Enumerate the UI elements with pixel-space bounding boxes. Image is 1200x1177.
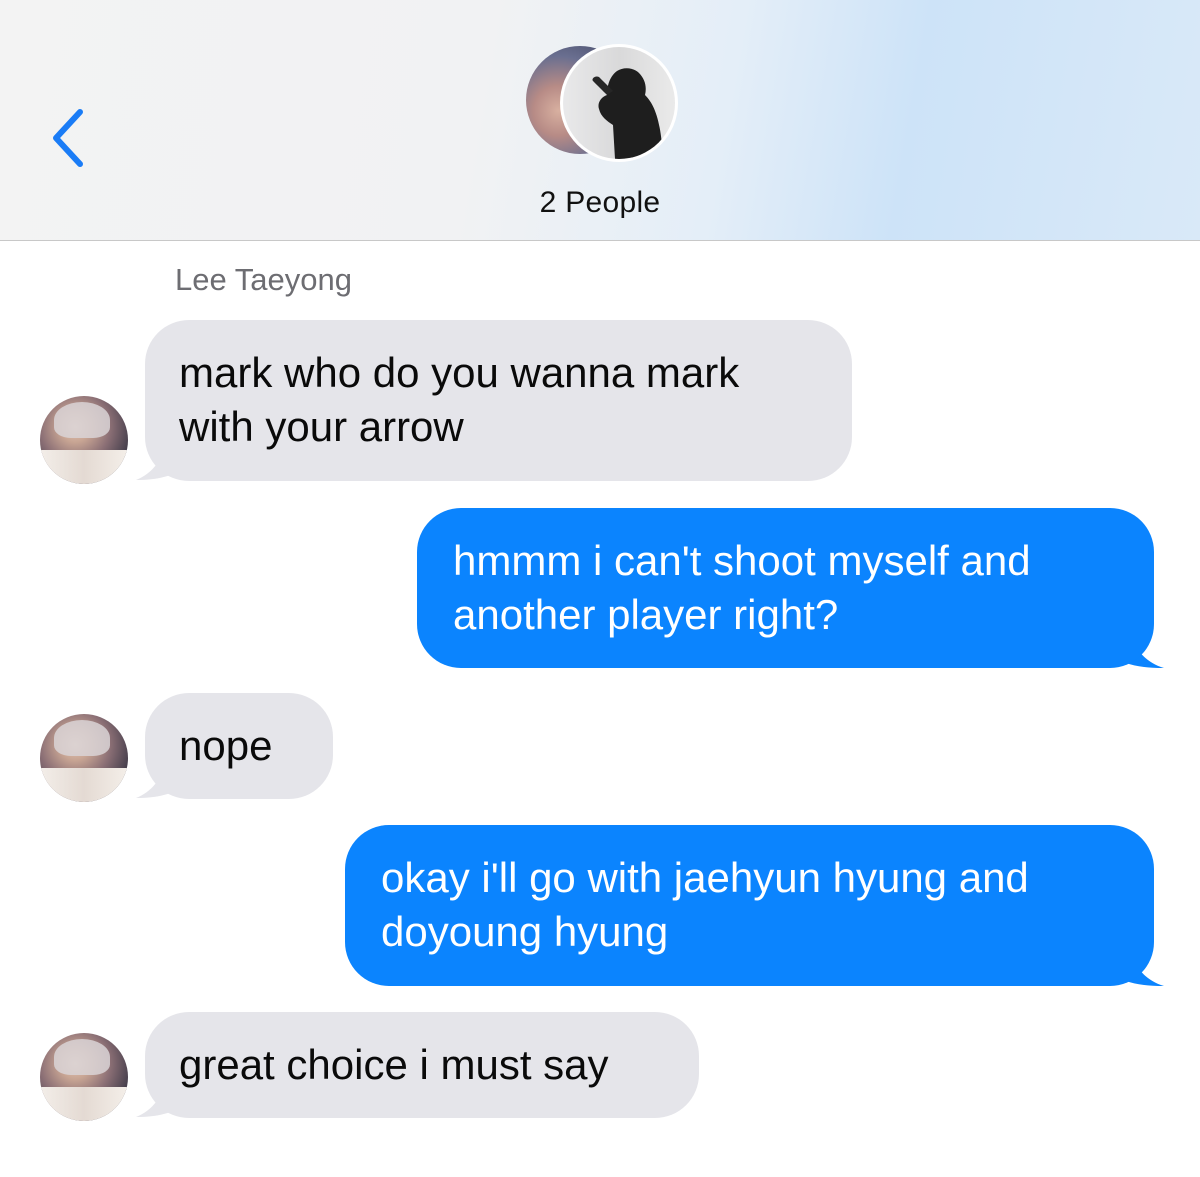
message-text: hmmm i can't shoot myself and xyxy=(453,537,1031,584)
sender-avatar[interactable] xyxy=(40,1033,128,1121)
sender-name: Lee Taeyong xyxy=(175,262,352,297)
message-bubble-incoming[interactable]: nope xyxy=(145,693,333,799)
message-bubble-incoming[interactable]: mark who do you wanna mark with your arr… xyxy=(145,320,852,481)
message-text: great choice i must say xyxy=(179,1041,609,1088)
message-text: nope xyxy=(179,722,273,769)
message-text: doyoung hyung xyxy=(381,908,669,955)
sender-avatar[interactable] xyxy=(40,714,128,802)
chevron-left-icon xyxy=(53,109,83,167)
message-text: with your arrow xyxy=(179,403,464,450)
back-button[interactable] xyxy=(46,106,90,170)
message-text: mark who do you wanna mark xyxy=(179,349,740,396)
silhouette-photo xyxy=(592,68,663,159)
sender-avatar[interactable] xyxy=(40,396,128,484)
group-name[interactable]: 2 People xyxy=(0,186,1200,220)
message-text: another player right? xyxy=(453,591,839,638)
message-bubble-outgoing[interactable]: hmmm i can't shoot myself and another pl… xyxy=(417,508,1154,668)
message-bubble-incoming[interactable]: great choice i must say xyxy=(145,1012,699,1118)
group-avatar[interactable] xyxy=(526,44,678,164)
message-bubble-outgoing[interactable]: okay i'll go with jaehyun hyung and doyo… xyxy=(345,825,1154,986)
message-text: okay i'll go with jaehyun hyung and xyxy=(381,854,1029,901)
conversation-header: 2 People xyxy=(0,0,1200,241)
group-member-avatar xyxy=(560,44,678,162)
